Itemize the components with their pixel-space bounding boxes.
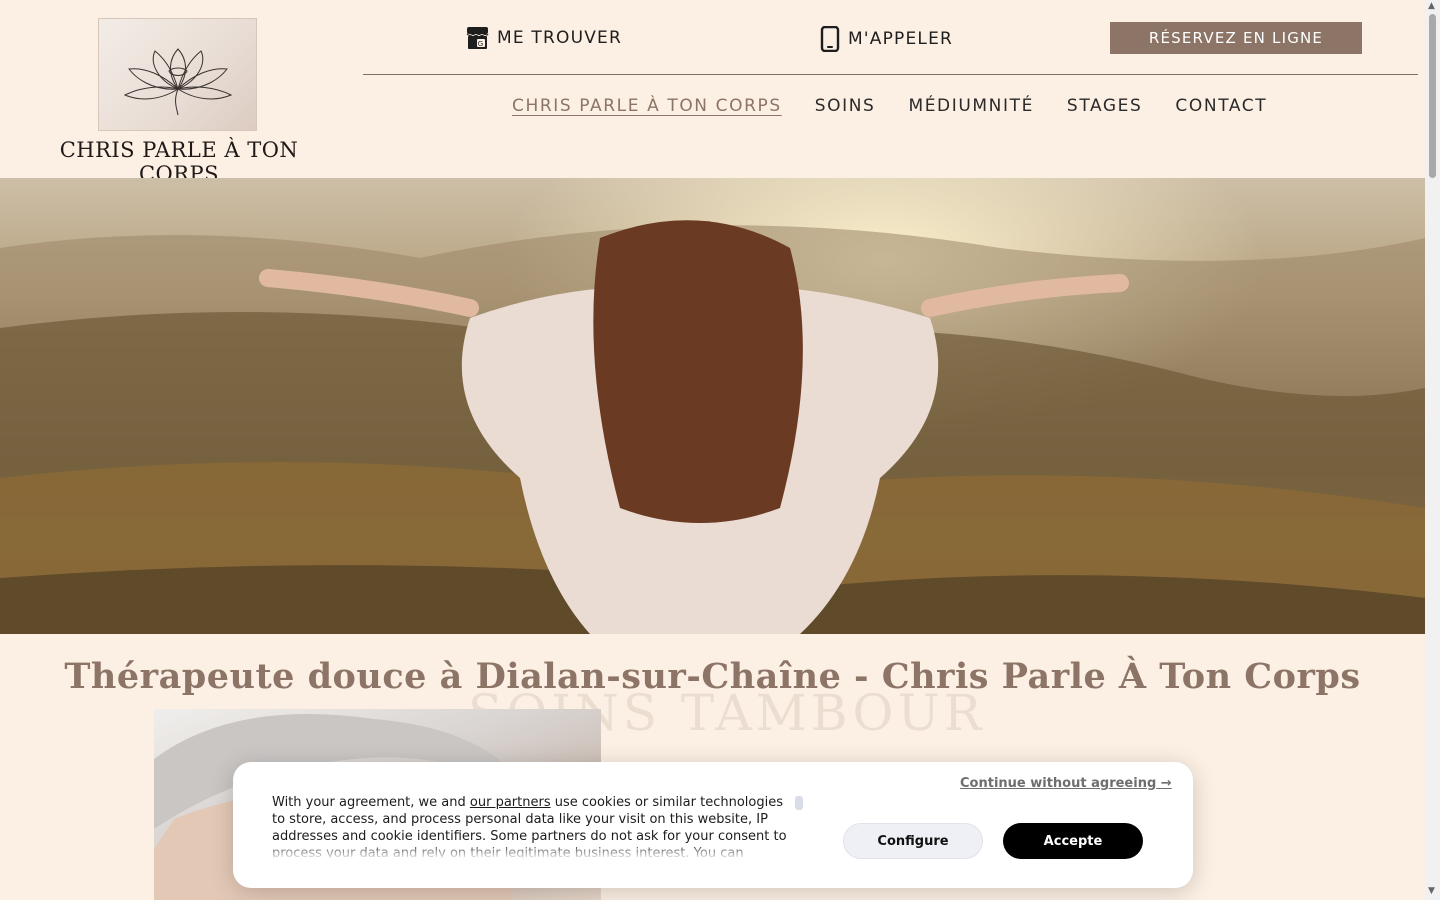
nav-item-chris-parle[interactable]: CHRIS PARLE À TON CORPS <box>512 96 782 116</box>
cookie-text-scrollbar[interactable] <box>795 796 803 810</box>
svg-text:G: G <box>478 40 485 48</box>
cookie-consent-banner: With your agreement, we and our partners… <box>233 762 1193 888</box>
site-header: CHRIS PARLE À TON CORPS G ME TROUVER M'A… <box>0 0 1425 186</box>
call-me-label: M'APPELER <box>848 29 954 49</box>
scroll-down-arrow-icon[interactable]: ▼ <box>1428 886 1435 896</box>
main-nav: CHRIS PARLE À TON CORPS SOINS MÉDIUMNITÉ… <box>512 96 1267 116</box>
cookie-text-before: With your agreement, we and <box>272 795 470 810</box>
nav-item-soins[interactable]: SOINS <box>815 96 876 116</box>
configure-button[interactable]: Configure <box>843 823 983 859</box>
call-me-link[interactable]: M'APPELER <box>820 26 953 52</box>
nav-item-stages[interactable]: STAGES <box>1067 96 1143 116</box>
nav-item-contact[interactable]: CONTACT <box>1175 96 1267 116</box>
page-title: Thérapeute douce à Dialan-sur-Chaîne - C… <box>64 656 1361 697</box>
lotus-logo-image[interactable] <box>98 18 257 131</box>
scroll-up-arrow-icon[interactable]: ▲ <box>1428 1 1435 11</box>
continue-without-agreeing-link[interactable]: Continue without agreeing → <box>960 776 1172 791</box>
find-me-label: ME TROUVER <box>497 28 623 48</box>
find-me-link[interactable]: G ME TROUVER <box>466 26 622 50</box>
hero-image <box>0 178 1425 634</box>
cookie-text-fade <box>272 842 792 860</box>
book-online-button[interactable]: RÉSERVEZ EN LIGNE <box>1110 22 1362 54</box>
nav-item-mediumnite[interactable]: MÉDIUMNITÉ <box>908 96 1033 116</box>
accept-button[interactable]: Accepte <box>1003 823 1143 859</box>
page-scrollbar[interactable]: ▲ ▼ <box>1425 0 1440 900</box>
smartphone-icon <box>820 26 840 52</box>
header-divider <box>363 74 1418 75</box>
storefront-icon: G <box>466 26 489 50</box>
partners-link[interactable]: our partners <box>470 795 551 810</box>
scrollbar-thumb[interactable] <box>1429 14 1436 178</box>
